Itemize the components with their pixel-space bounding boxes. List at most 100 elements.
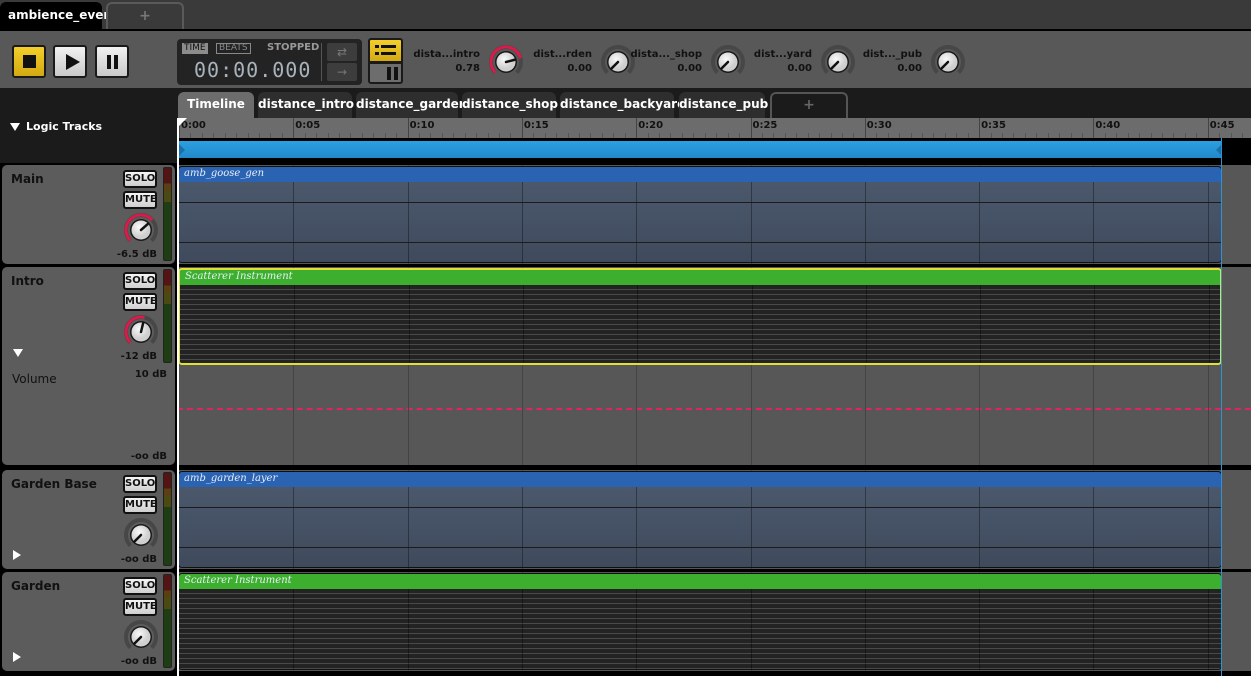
solo-button[interactable]: SOLO	[123, 475, 157, 493]
divider	[321, 43, 322, 81]
add-editor-tab-button[interactable]: +	[770, 92, 848, 118]
forward-button[interactable]: →	[327, 63, 357, 81]
beats-mode-toggle[interactable]: BEATS	[216, 43, 251, 54]
automation-max-label: 10 dB	[134, 369, 167, 380]
editor-tab[interactable]: Timeline	[178, 92, 254, 118]
ruler-major-tick	[521, 118, 523, 138]
parameter-value: 0.78	[455, 63, 480, 74]
track-name: Main	[11, 172, 44, 186]
instrument-label: Scatterer Instrument	[179, 574, 1221, 589]
grid-line	[1207, 487, 1209, 567]
mute-button[interactable]: MUTE	[123, 293, 157, 311]
parameter-name: dist...yard	[753, 49, 812, 60]
editor-tab-bar: Timeline distance_intro distance_garden dis…	[0, 88, 1251, 118]
grid-line	[1207, 366, 1209, 465]
document-tab-ambience-event[interactable]: ambience_event	[0, 2, 118, 29]
document-tab-bar: ambience_event +	[0, 0, 1251, 29]
transport-bar: TIME BEATS STOPPED 00:00.000 ⇄ → dista..…	[0, 29, 1251, 88]
grid-line	[1093, 182, 1095, 262]
grid-line	[521, 366, 523, 465]
grid-line	[1207, 589, 1209, 669]
parameter-name: dist..._pub	[862, 49, 922, 60]
loop-region-band	[177, 138, 1251, 163]
play-icon	[66, 54, 80, 70]
expand-triangle-icon[interactable]	[13, 652, 21, 662]
collapse-triangle-icon[interactable]	[13, 349, 23, 357]
track-header[interactable]: Intro SOLO MUTE -12 dB	[2, 267, 175, 366]
instrument-label: amb_garden_layer	[184, 473, 278, 484]
track-header[interactable]: Main SOLO MUTE -6.5 dB	[2, 165, 175, 264]
grid-line	[407, 366, 409, 465]
track-name: Intro	[11, 274, 44, 288]
solo-button[interactable]: SOLO	[123, 272, 157, 290]
waveform-line	[179, 242, 1221, 243]
pause-icon	[107, 55, 118, 69]
mute-button[interactable]: MUTE	[123, 191, 157, 209]
logic-tracks-header[interactable]: Logic Tracks	[0, 118, 177, 139]
loop-button[interactable]: ⇄	[327, 43, 357, 61]
parameter-name: dista...intro	[413, 49, 480, 60]
instrument-body	[180, 285, 1220, 363]
ruler-major-tick	[979, 118, 981, 138]
grid-line	[864, 366, 866, 465]
time-display: TIME BEATS STOPPED 00:00.000 ⇄ →	[177, 39, 362, 85]
ruler-major-tick	[636, 118, 638, 138]
ruler-tick-label: 0:15	[523, 120, 549, 131]
ruler-tick-label: 0:25	[752, 120, 778, 131]
volume-knob[interactable]	[123, 619, 159, 655]
add-document-tab-button[interactable]: +	[106, 2, 184, 29]
audio-instrument[interactable]: amb_goose_gen	[178, 166, 1222, 263]
hold-button[interactable]	[368, 62, 403, 84]
ruler-major-tick	[1207, 118, 1209, 138]
automation-lane-volume[interactable]	[177, 366, 1251, 465]
solo-button[interactable]: SOLO	[123, 170, 157, 188]
timeline-ruler[interactable]: 0:00 0:05 0:10 0:15 0:20 0:25 0:30 0:35 0:40 0:45	[177, 118, 1251, 138]
scatterer-instrument[interactable]: Scatterer Instrument	[178, 573, 1222, 670]
stop-button[interactable]	[12, 45, 46, 78]
parameter-control: dista...intro 0.78	[400, 31, 530, 90]
playhead-line	[177, 118, 179, 676]
loop-region[interactable]	[179, 141, 1222, 158]
volume-knob[interactable]	[123, 314, 159, 350]
ruler-major-tick	[750, 118, 752, 138]
time-mode-toggle[interactable]: TIME	[182, 43, 208, 54]
expand-triangle-icon[interactable]	[13, 550, 21, 560]
parameter-knob[interactable]	[930, 44, 966, 80]
track-header[interactable]: Garden Base SOLO MUTE -oo dB	[2, 470, 175, 569]
track-header[interactable]: Garden SOLO MUTE -oo dB	[2, 572, 175, 671]
follow-playback-button[interactable]	[368, 38, 403, 63]
grid-line	[408, 285, 410, 363]
grid-line	[750, 487, 752, 567]
instrument-body	[179, 487, 1221, 567]
waveform-line	[179, 202, 1221, 203]
grid-line	[636, 487, 638, 567]
mute-button[interactable]: MUTE	[123, 598, 157, 616]
collapse-triangle-icon	[10, 123, 20, 131]
editor-tab[interactable]: distance_garden	[356, 92, 467, 118]
pause-button[interactable]	[95, 45, 129, 78]
transport-status: STOPPED	[267, 42, 320, 53]
editor-tab[interactable]: distance_backyard	[560, 92, 686, 118]
loop-start-handle[interactable]	[179, 144, 185, 156]
automation-curve[interactable]	[177, 408, 1251, 410]
scatterer-instrument[interactable]: Scatterer Instrument	[178, 268, 1222, 365]
loop-icon: ⇄	[336, 45, 348, 59]
grid-line	[637, 285, 639, 363]
ruler-tick-label: 0:10	[409, 120, 435, 131]
waveform-line	[179, 507, 1221, 508]
ruler-tick-label: 0:40	[1095, 120, 1121, 131]
volume-knob[interactable]	[123, 517, 159, 553]
editor-tab[interactable]: distance_intro	[258, 92, 354, 118]
level-meter	[163, 472, 172, 566]
track-name: Garden	[11, 579, 61, 593]
audio-instrument[interactable]: amb_garden_layer	[178, 471, 1222, 568]
volume-knob[interactable]	[123, 212, 159, 248]
grid-line	[979, 589, 981, 669]
solo-button[interactable]: SOLO	[123, 577, 157, 595]
editor-tab[interactable]: distance_pub	[679, 92, 768, 118]
editor-tab[interactable]: distance_shop	[462, 92, 558, 118]
mute-button[interactable]: MUTE	[123, 496, 157, 514]
play-button[interactable]	[53, 45, 87, 78]
volume-value: -oo dB	[120, 656, 157, 667]
grid-line	[864, 182, 866, 262]
